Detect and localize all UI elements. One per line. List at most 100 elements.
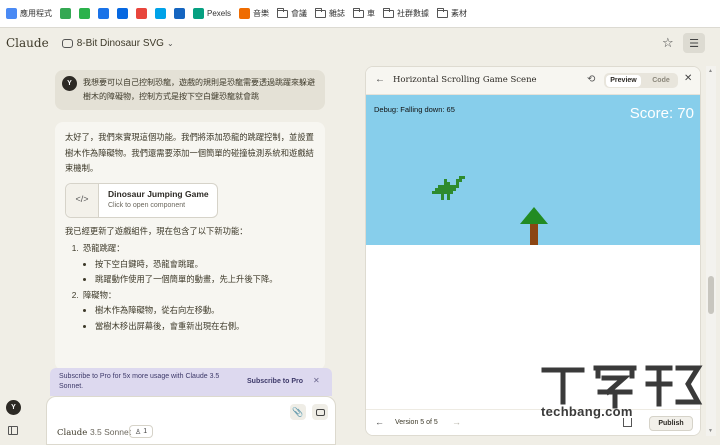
- view-toggle: Preview Code: [604, 73, 678, 88]
- user-message: Y 我想要可以自己控制恐龍，遊戲的規則是恐龍需要透過跳躍來躲避樹木的障礙物，控制…: [55, 70, 325, 110]
- bookmark-item[interactable]: [117, 8, 128, 19]
- close-icon[interactable]: ✕: [684, 73, 692, 84]
- bookmark-item[interactable]: 音樂: [239, 8, 269, 19]
- version-label: Version 5 of 5: [395, 419, 438, 426]
- person-icon: ♙: [134, 428, 142, 436]
- dinosaur-head: [456, 176, 465, 182]
- bookmark-item[interactable]: 會議: [277, 7, 308, 19]
- bookmark-label: 雜誌: [329, 9, 346, 18]
- feature-title: 障礙物：: [83, 289, 117, 300]
- folder-icon: [437, 7, 449, 18]
- bookmark-item[interactable]: 車: [353, 7, 376, 19]
- scrollbar-thumb[interactable]: [708, 276, 714, 314]
- list-item: 障礙物： 樹木作為障礙物，從右向左移動。 當樹木移出屏幕後，會重新出現在右側。: [81, 288, 315, 335]
- bookmark-label: 車: [367, 9, 376, 18]
- bookmark-item[interactable]: 雜誌: [315, 7, 346, 19]
- star-icon[interactable]: ☆: [662, 35, 674, 51]
- pro-banner-text: Subscribe to Pro for 5x more usage with …: [59, 373, 220, 390]
- bookmark-label: 音樂: [253, 9, 270, 18]
- sidebar-toggle-icon[interactable]: [8, 426, 18, 435]
- bookmark-item[interactable]: [79, 8, 90, 19]
- assistant-intro: 太好了，我們來實現這個功能。我們將添加恐龍的跳躍控制，並設置樹木作為障礙物。我們…: [65, 132, 314, 173]
- feature-detail: 按下空白鍵時，恐龍會跳躍。: [95, 257, 315, 273]
- tree-trunk: [530, 224, 538, 245]
- model-version: 3.5 Sonnet: [89, 427, 132, 437]
- user-message-text: 我想要可以自己控制恐龍，遊戲的規則是恐龍需要透過跳躍來躲避樹木的障礙物，控制方式…: [83, 78, 315, 101]
- back-arrow-icon[interactable]: ←: [375, 74, 385, 85]
- trend-icon: [136, 8, 147, 19]
- pro-upsell-banner: Subscribe to Pro for 5x more usage with …: [50, 368, 332, 396]
- game-canvas[interactable]: Debug: Falling down: 65 Score: 70: [366, 95, 700, 245]
- puzzle-icon: [60, 8, 71, 19]
- artifact-panel: ← Horizontal Scrolling Game Scene ⟲ Prev…: [365, 66, 701, 436]
- paperclip-icon[interactable]: 📎: [290, 404, 306, 420]
- bookmark-label: 會議: [291, 9, 308, 18]
- scroll-up-arrow-icon[interactable]: ▲: [708, 68, 713, 74]
- camera-button[interactable]: [312, 404, 328, 420]
- previous-version-arrow-icon[interactable]: ←: [375, 417, 384, 427]
- folder-icon: [315, 7, 327, 18]
- apps-grid-icon: [6, 8, 17, 19]
- style-selector[interactable]: ♙ 1: [129, 425, 153, 438]
- conversation-title[interactable]: 8-Bit Dinosaur SVG: [77, 38, 164, 49]
- bookmark-label: 素材: [451, 9, 468, 18]
- app-header: Claude 8-Bit Dinosaur SVG ⌄ ☆ ☰: [0, 28, 720, 58]
- bookmark-label: 應用程式: [20, 9, 52, 18]
- pexels-icon: [193, 8, 204, 19]
- bookmark-item[interactable]: 社群數據: [383, 7, 430, 19]
- artifact-header: ← Horizontal Scrolling Game Scene ⟲ Prev…: [366, 67, 700, 95]
- bookmark-item[interactable]: [174, 8, 185, 19]
- dinosaur-sprite: [432, 179, 459, 200]
- claude-logo[interactable]: Claude: [6, 36, 49, 50]
- tab-code[interactable]: Code: [646, 75, 676, 86]
- artifact-card-subtitle: Click to open component: [108, 202, 186, 209]
- close-icon[interactable]: ✕: [313, 376, 320, 386]
- model-name: Claude: [57, 428, 88, 438]
- bookmark-item[interactable]: [98, 8, 109, 19]
- code-icon: </>: [66, 183, 99, 217]
- s-icon: [155, 8, 166, 19]
- message-composer[interactable]: 📎 Claude 3.5 Sonnet ♙ 1: [46, 396, 336, 445]
- page-scrollbar[interactable]: ▲ ▼: [706, 66, 716, 436]
- account-avatar[interactable]: Y: [6, 400, 21, 415]
- tree-foliage: [520, 207, 548, 224]
- subscribe-pro-link[interactable]: Subscribe to Pro: [247, 377, 303, 387]
- scroll-down-arrow-icon[interactable]: ▼: [708, 428, 713, 434]
- bookmarks-bar: 應用程式 Pexels 音樂 會議 雜誌 車 社群數據 素材: [0, 0, 720, 28]
- feature-detail: 跳躍動作使用了一個簡單的動畫，先上升後下降。: [95, 272, 315, 288]
- feature-detail: 樹木作為障礙物，從右向左移動。: [95, 303, 315, 319]
- style-count: 1: [143, 428, 148, 435]
- feedly-icon: [79, 8, 90, 19]
- publish-button[interactable]: Publish: [649, 416, 693, 431]
- bookmark-item[interactable]: [60, 8, 71, 19]
- assistant-summary: 我已經更新了遊戲組件，現在包含了以下新功能：: [65, 225, 248, 236]
- artifact-card-title: Dinosaur Jumping Game: [108, 189, 209, 199]
- bookmark-item[interactable]: [136, 8, 147, 19]
- refresh-icon[interactable]: ⟲: [587, 74, 595, 85]
- bookmark-item[interactable]: [155, 8, 166, 19]
- bookmark-item[interactable]: Pexels: [193, 8, 231, 19]
- feature-detail: 當樹木移出屏幕後，會重新出現在右側。: [95, 319, 315, 335]
- feature-title: 恐龍跳躍：: [83, 243, 125, 253]
- model-selector[interactable]: Claude 3.5 Sonnet: [57, 427, 131, 438]
- folder-icon: [353, 7, 365, 18]
- settings-sliders-button[interactable]: ☰: [683, 33, 705, 53]
- folder-icon: [383, 7, 395, 18]
- watermark-url: techbang.com: [541, 404, 633, 419]
- bookmark-item[interactable]: 素材: [437, 7, 468, 19]
- next-version-arrow-icon[interactable]: →: [452, 417, 461, 427]
- tab-preview[interactable]: Preview: [606, 74, 641, 87]
- feature-list: 恐龍跳躍： 按下空白鍵時，恐龍會跳躍。 跳躍動作使用了一個簡單的動畫，先上升後下…: [65, 241, 315, 334]
- list-item: 恐龍跳躍： 按下空白鍵時，恐龍會跳躍。 跳躍動作使用了一個簡單的動畫，先上升後下…: [81, 241, 315, 288]
- bookmark-label: Pexels: [207, 9, 232, 18]
- share-icon[interactable]: [623, 418, 632, 427]
- artifact-card[interactable]: </> Dinosaur Jumping Game Click to open …: [65, 182, 218, 218]
- c-icon: [98, 8, 109, 19]
- user-avatar: Y: [62, 76, 77, 91]
- square-icon: [174, 8, 185, 19]
- assistant-message: 太好了，我們來實現這個功能。我們將添加恐龍的跳躍控制，並設置樹木作為障礙物。我們…: [55, 122, 325, 370]
- bookmark-label: 社群數據: [397, 9, 430, 18]
- chevron-down-icon[interactable]: ⌄: [167, 39, 174, 48]
- bookmark-item[interactable]: 應用程式: [6, 8, 52, 19]
- music-icon: [239, 8, 251, 19]
